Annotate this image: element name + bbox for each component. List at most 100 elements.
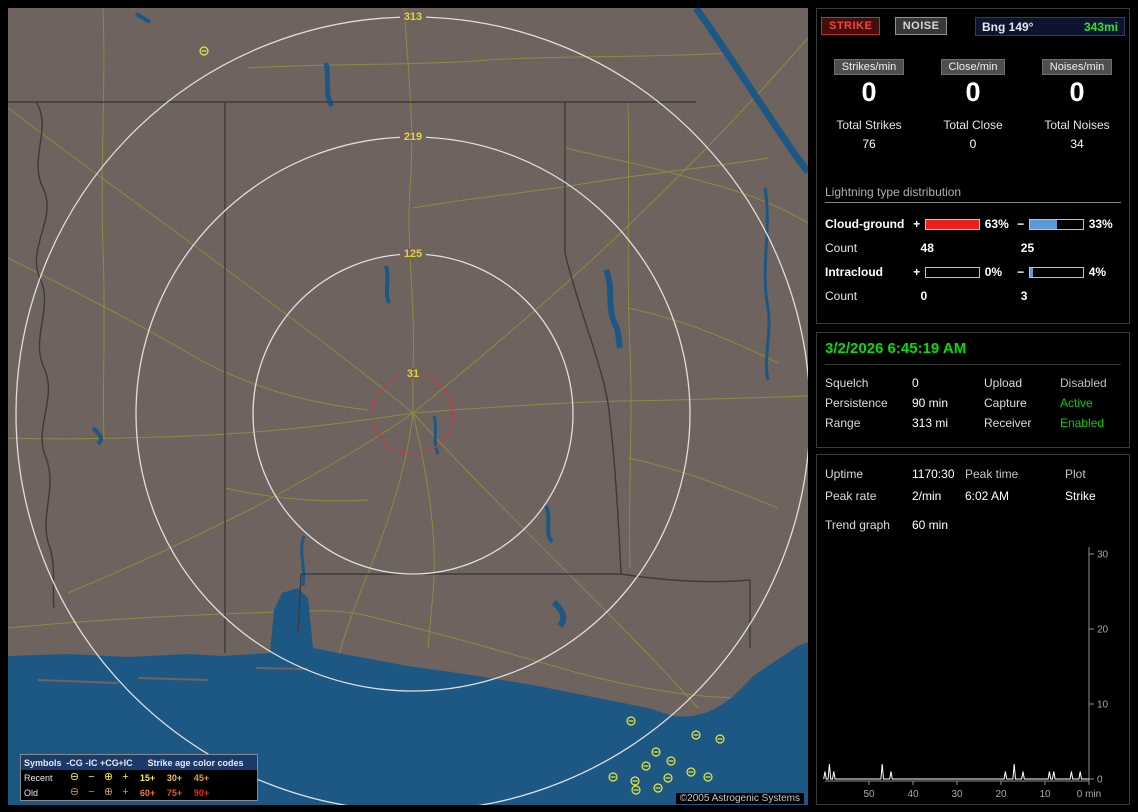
- legend-col-header: -IC: [85, 757, 98, 768]
- svg-text:10: 10: [1097, 700, 1109, 711]
- noises-column: Noises/min 0 Total Noises 34: [1025, 59, 1129, 151]
- minus-sign: −: [1017, 217, 1025, 231]
- lightning-distribution: Lightning type distribution Cloud-ground…: [825, 185, 1121, 308]
- ic-plus-bar: [924, 266, 980, 278]
- age-code: 90+: [193, 787, 210, 798]
- legend-symbols-header: Symbols: [24, 757, 62, 768]
- ring-distance-label: 31: [407, 368, 419, 380]
- strikes-per-min-chip[interactable]: Strikes/min: [833, 59, 905, 75]
- bearing-label: Bng 149°: [982, 19, 1034, 34]
- side-panel: STRIKE NOISE Bng 149° 343mi Strikes/min …: [816, 8, 1132, 805]
- ring-distance-label: 219: [404, 131, 422, 143]
- upload-label: Upload: [984, 376, 1023, 390]
- age-code: 60+: [139, 787, 156, 798]
- squelch-label: Squelch: [825, 376, 869, 390]
- strike-symbol-icon: −: [88, 786, 95, 798]
- close-column: Close/min 0 Total Close 0: [921, 59, 1025, 151]
- legend-row-label: Recent: [24, 772, 53, 783]
- trend-graph-label: Trend graph: [825, 518, 890, 532]
- strike-mode-button[interactable]: STRIKE: [821, 17, 881, 35]
- intracloud-label: Intracloud: [825, 265, 884, 279]
- cloud-ground-label: Cloud-ground: [825, 217, 905, 231]
- mode-button-row: STRIKE NOISE Bng 149° 343mi: [821, 17, 1125, 37]
- strikes-per-min-value: 0: [861, 77, 877, 107]
- strike-symbol-icon: +: [122, 771, 129, 783]
- persistence-value: 90 min: [912, 396, 949, 410]
- uptime-value: 1170:30: [912, 467, 955, 481]
- trend-axis: 30 20 10 0 50 40 30 20 10 0 min: [825, 547, 1109, 800]
- info-row: Range 313 mi Receiver Enabled: [825, 413, 1129, 433]
- noises-per-min-chip[interactable]: Noises/min: [1041, 59, 1113, 75]
- svg-text:30: 30: [1097, 550, 1109, 561]
- close-per-min-value: 0: [965, 77, 981, 107]
- svg-text:20: 20: [1097, 625, 1109, 636]
- legend-row-old: Old ⊖ − ⊕ +60+ 75+ 90+: [21, 785, 257, 800]
- bearing-distance: 343mi: [1083, 19, 1118, 34]
- map-legend: Symbols -CG -IC +CG +IC Strike age color code…: [20, 754, 258, 801]
- plus-sign: +: [913, 217, 921, 231]
- legend-header-row: Symbols -CG -IC +CG +IC Strike age color code…: [21, 755, 257, 770]
- trend-box: Uptime 1170:30 Peak time Plot Peak rate …: [816, 454, 1130, 805]
- plot-mode-value: Strike: [1065, 489, 1096, 503]
- total-noises-label: Total Noises: [1044, 118, 1110, 132]
- legend-col-header: -CG: [66, 757, 83, 768]
- squelch-value: 0: [912, 376, 919, 390]
- bearing-display: Bng 149° 343mi: [975, 17, 1125, 36]
- copyright: ©2005 Astrogenic Systems: [675, 793, 804, 804]
- plot-label: Plot: [1065, 467, 1086, 481]
- persistence-label: Persistence: [825, 396, 888, 410]
- system-info-box: 3/2/2026 6:45:19 AM Squelch 0 Upload Dis…: [816, 332, 1130, 448]
- legend-age-header: Strike age color codes: [147, 757, 244, 768]
- capture-label: Capture: [984, 396, 1027, 410]
- receiver-label: Receiver: [984, 416, 1032, 430]
- range-value: 313 mi: [912, 416, 949, 430]
- svg-text:40: 40: [907, 789, 919, 800]
- noise-mode-button[interactable]: NOISE: [894, 17, 948, 35]
- plus-sign: +: [913, 265, 921, 279]
- age-code: 15+: [139, 772, 156, 783]
- ic-plus-pct: 0%: [984, 265, 1003, 279]
- peak-time-value: 6:02 AM: [965, 489, 1010, 503]
- peak-time-label: Peak time: [965, 467, 1019, 481]
- strike-symbol-icon: +: [122, 786, 129, 798]
- cg-minus-bar: [1028, 218, 1084, 230]
- svg-text:50: 50: [863, 789, 875, 800]
- ic-minus-count: 3: [1020, 289, 1028, 303]
- status-row: Uptime 1170:30 Peak time Plot: [825, 463, 1129, 485]
- datetime-display: 3/2/2026 6:45:19 AM: [825, 340, 1121, 365]
- rate-stats: Strikes/min 0 Total Strikes 76 Close/min…: [817, 59, 1129, 151]
- svg-text:10: 10: [1039, 789, 1051, 800]
- svg-text:0: 0: [1097, 775, 1103, 786]
- ic-count-label: Count: [825, 289, 858, 303]
- strike-symbol-icon: ⊖: [69, 771, 80, 783]
- legend-row-recent: Recent ⊖ − ⊕ +15+ 30+ 45+: [21, 770, 257, 785]
- map-canvas[interactable]: 313 219 125 31: [8, 8, 808, 805]
- age-code: 30+: [166, 772, 183, 783]
- svg-text:20: 20: [995, 789, 1007, 800]
- strike-symbol-icon: ⊕: [103, 786, 114, 798]
- cg-plus-count: 48: [920, 241, 934, 255]
- total-strikes-value: 76: [862, 137, 876, 151]
- intracloud-row: Intracloud + 0% − 4%: [825, 260, 1121, 284]
- legend-col-header: +IC: [118, 757, 133, 768]
- total-noises-value: 34: [1070, 137, 1084, 151]
- legend-col-header: +CG: [100, 757, 119, 768]
- uptime-label: Uptime: [825, 467, 864, 481]
- trend-graph-row: Trend graph 60 min: [825, 515, 1129, 535]
- svg-text:30: 30: [951, 789, 963, 800]
- lightning-map[interactable]: 313 219 125 31 Symbols -CG -IC +CG +IC Strike ag…: [8, 8, 808, 805]
- cloud-ground-row: Cloud-ground + 63% − 33%: [825, 212, 1121, 236]
- ic-minus-bar: [1028, 266, 1084, 278]
- close-per-min-chip[interactable]: Close/min: [940, 59, 1006, 75]
- ic-plus-count: 0: [920, 289, 928, 303]
- cg-count-row: Count 48 25: [825, 236, 1121, 260]
- total-close-label: Total Close: [943, 118, 1003, 132]
- peak-rate-value: 2/min: [912, 489, 942, 503]
- upload-status: Disabled: [1060, 376, 1107, 390]
- trend-graph-window: 60 min: [912, 518, 949, 532]
- ring-distance-label: 125: [404, 248, 422, 260]
- strikes-column: Strikes/min 0 Total Strikes 76: [817, 59, 921, 151]
- age-code: 75+: [166, 787, 183, 798]
- capture-status: Active: [1060, 396, 1093, 410]
- info-row: Persistence 90 min Capture Active: [825, 393, 1129, 413]
